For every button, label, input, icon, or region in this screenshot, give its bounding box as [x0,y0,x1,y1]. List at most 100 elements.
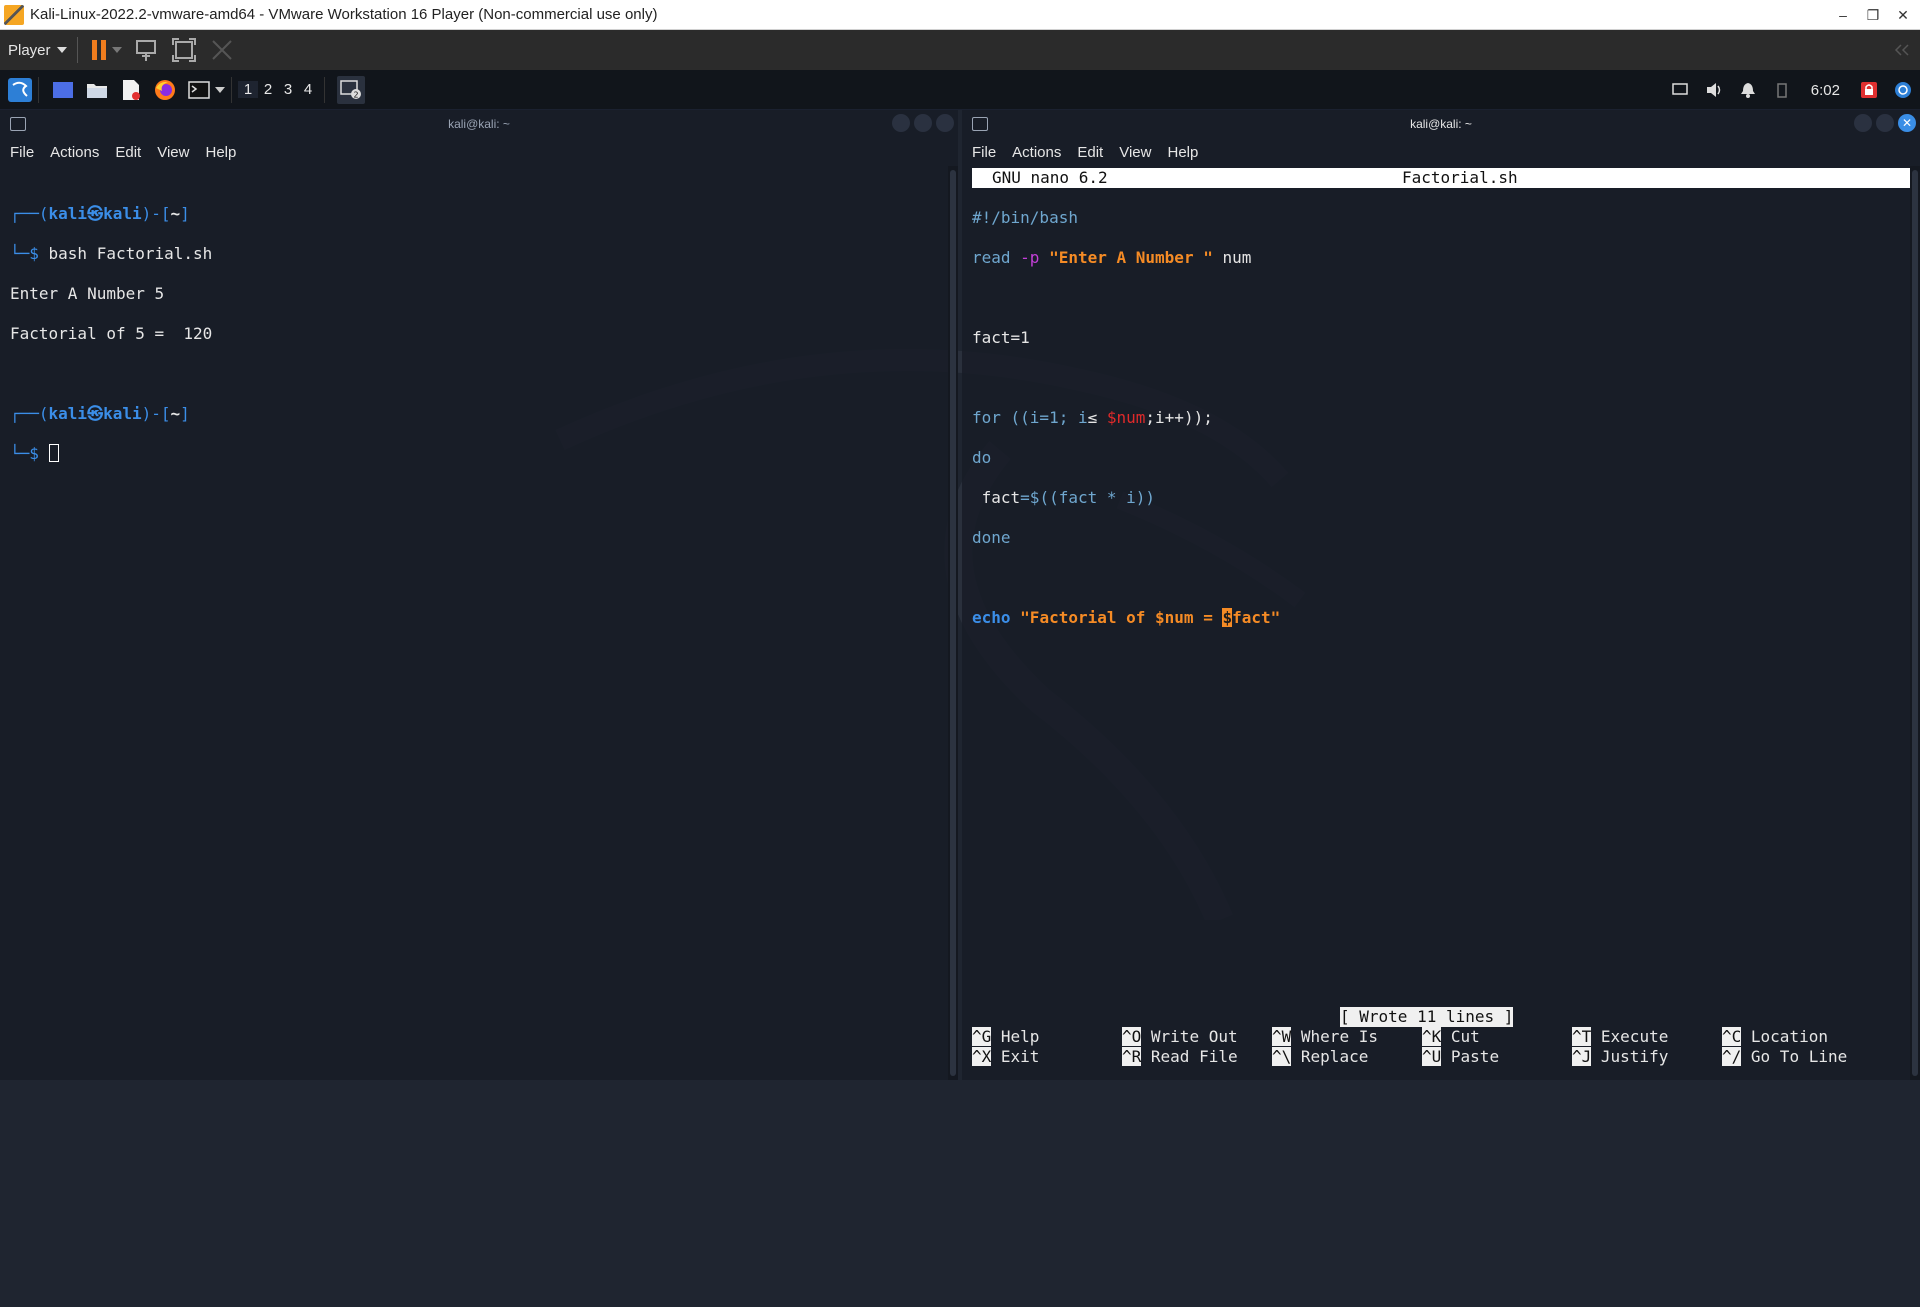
nano-status-message: [ Wrote 11 lines ] [1340,1007,1514,1027]
workspace-1[interactable]: 1 [238,81,258,98]
player-menu-button[interactable]: Player [8,42,67,59]
nano-version: GNU nano 6.2 [992,168,1108,187]
code-line: do [972,448,992,467]
menu-actions[interactable]: Actions [50,144,99,161]
code-line: fact=1 [972,328,1030,347]
player-label: Player [8,41,51,59]
menu-edit[interactable]: Edit [1077,144,1103,161]
panel-divider [231,76,232,103]
code-line: for ((i=1; i≤ $num;i++)); [972,408,1213,427]
lock-screen-icon[interactable] [1852,70,1886,110]
code-line: fact=$((fact * i)) [972,488,1156,507]
battery-icon[interactable] [1765,70,1799,110]
shortcut-write-out[interactable]: ^O Write Out [1122,1027,1238,1047]
menu-help[interactable]: Help [205,144,236,161]
code-line: echo "Factorial of $num = $fact" [972,608,1281,627]
workspace-3[interactable]: 3 [278,81,298,98]
maximize-button[interactable] [1876,114,1894,132]
maximize-button[interactable] [914,114,932,132]
kali-menu-icon[interactable] [6,76,34,104]
minimize-button[interactable]: – [1828,0,1858,30]
scrollbar[interactable] [1910,166,1920,1080]
vmware-logo-icon [4,4,24,25]
fullscreen-icon[interactable] [170,36,198,64]
workspace-2[interactable]: 2 [258,81,278,98]
nano-filename: Factorial.sh [1402,168,1518,187]
kali-top-panel: 1 2 3 4 2 6:02 [0,70,1920,110]
text-editor-icon[interactable] [117,76,145,104]
toolbar-divider [76,37,78,63]
terminal-menu-bar: File Actions Edit View Help [0,138,958,166]
terminal-title-bar: kali@kali: ~ ✕ [962,110,1920,138]
pause-icon[interactable] [91,40,106,60]
shortcut-replace[interactable]: ^\ Replace [1272,1047,1368,1067]
shortcut-exit[interactable]: ^X Exit [972,1047,1039,1067]
menu-help[interactable]: Help [1167,144,1198,161]
nano-editor-buffer[interactable]: #!/bin/bash read -p "Enter A Number " nu… [972,188,1280,668]
display-icon[interactable] [1663,70,1697,110]
code-line: read -p "Enter A Number " num [972,248,1252,267]
menu-actions[interactable]: Actions [1012,144,1061,161]
window-title: Kali-Linux-2022.2-vmware-amd64 - VMware … [30,6,658,23]
unity-icon[interactable] [208,36,236,64]
chevron-down-icon[interactable] [215,86,225,93]
menu-file[interactable]: File [10,144,34,161]
firefox-icon[interactable] [151,76,179,104]
terminal-menu-bar: File Actions Edit View Help [962,138,1920,166]
minimize-button[interactable] [1854,114,1872,132]
panel-divider [324,76,325,103]
menu-file[interactable]: File [972,144,996,161]
workspace-4[interactable]: 4 [298,81,318,98]
workspace-switcher: 1 2 3 4 [238,81,318,98]
output-line: Enter A Number 5 [10,284,165,303]
shortcut-read-file[interactable]: ^R Read File [1122,1047,1238,1067]
menu-view[interactable]: View [1119,144,1151,161]
menu-edit[interactable]: Edit [115,144,141,161]
show-desktop-icon[interactable] [49,76,77,104]
shortcut-where-is[interactable]: ^W Where Is [1272,1027,1378,1047]
shortcut-paste[interactable]: ^U Paste [1422,1047,1499,1067]
power-icon[interactable] [1886,70,1920,110]
shortcut-help[interactable]: ^G Help [972,1027,1039,1047]
menu-view[interactable]: View [157,144,189,161]
text-cursor [48,444,59,462]
file-manager-icon[interactable] [83,76,111,104]
close-button[interactable]: ✕ [1898,114,1916,132]
send-ctrl-alt-del-icon[interactable] [132,36,160,64]
volume-icon[interactable] [1697,70,1731,110]
terminal-title: kali@kali: ~ [448,117,510,131]
minimize-button[interactable] [892,114,910,132]
shortcut-justify[interactable]: ^J Justify [1572,1047,1668,1067]
terminal-window-icon[interactable] [972,117,988,131]
prompt-line: ┌──(kali㉿kali)-[~] [10,404,190,423]
panel-divider [38,76,39,103]
chevron-down-icon[interactable] [111,47,122,53]
terminal-window-icon[interactable] [10,117,26,131]
terminal-title-bar: kali@kali: ~ [0,110,958,138]
shortcut-go-to-line[interactable]: ^/ Go To Line [1722,1047,1847,1067]
panel-clock[interactable]: 6:02 [1799,82,1852,99]
collapse-toolbar-icon[interactable] [1894,44,1910,56]
shortcut-cut[interactable]: ^K Cut [1422,1027,1480,1047]
taskbar-terminal-icon[interactable]: 2 [337,75,365,104]
close-button[interactable]: ✕ [1888,0,1918,30]
left-terminal-window: kali@kali: ~ File Actions Edit View Help… [0,110,958,1080]
restore-button[interactable]: ❐ [1858,0,1888,30]
notifications-bell-icon[interactable] [1731,70,1765,110]
shortcut-execute[interactable]: ^T Execute [1572,1027,1668,1047]
nano-header-bar: GNU nano 6.2 Factorial.sh [972,168,1910,188]
code-line: done [972,528,1011,547]
close-button[interactable] [936,114,954,132]
right-terminal-window: kali@kali: ~ ✕ File Actions Edit View He… [962,110,1920,1080]
chevron-down-icon [56,47,67,53]
code-line: #!/bin/bash [972,208,1078,227]
prompt-line: ┌──(kali㉿kali)-[~] [10,204,190,223]
scrollbar[interactable] [948,166,958,1080]
svg-text:2: 2 [354,90,359,99]
shortcut-location[interactable]: ^C Location [1722,1027,1828,1047]
terminal-output[interactable]: ┌──(kali㉿kali)-[~] └─$ bash Factorial.sh… [10,184,212,504]
terminal-title: kali@kali: ~ [1410,117,1472,131]
terminal-icon[interactable] [185,76,213,104]
